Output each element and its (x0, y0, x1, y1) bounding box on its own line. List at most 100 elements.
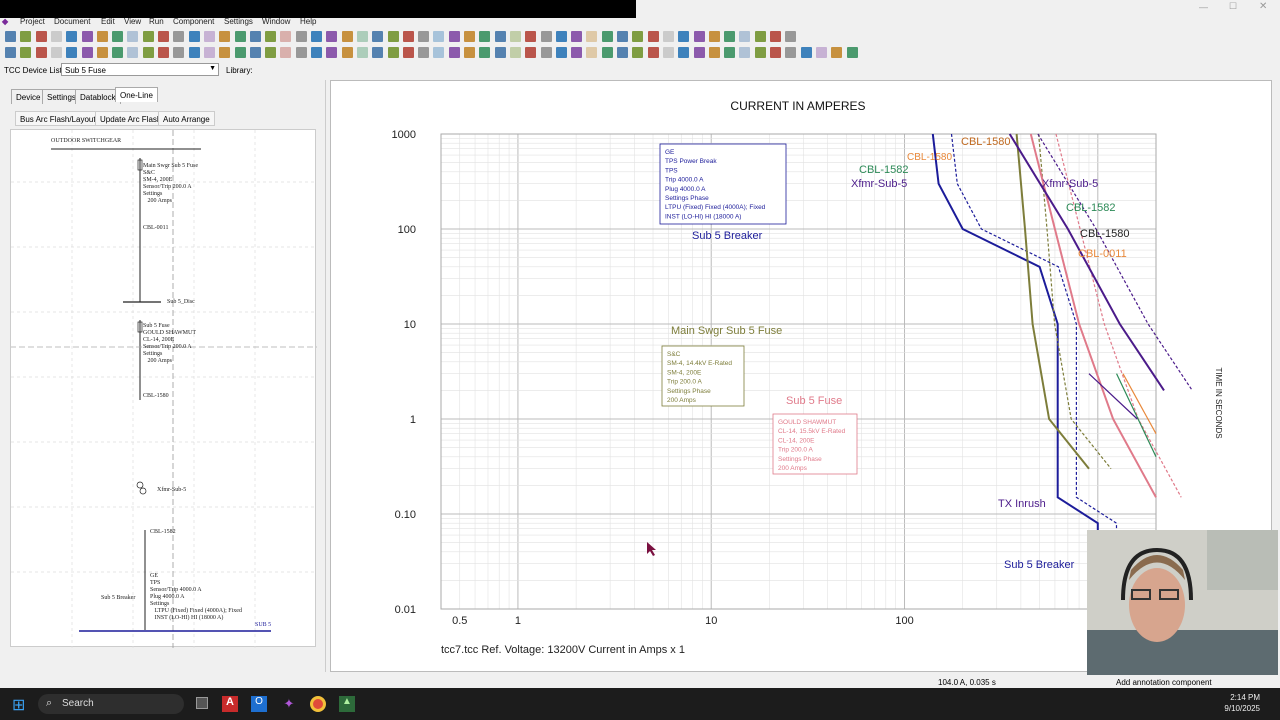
clock[interactable]: 2:14 PM 9/10/2025 (1224, 692, 1260, 714)
toolbar-tool-icon[interactable] (448, 47, 460, 58)
toolbar-tool-icon[interactable] (509, 47, 521, 58)
curve-label[interactable]: CBL-1582 (859, 164, 909, 176)
toolbar-tool-icon[interactable] (280, 47, 292, 58)
toolbar-tool-icon[interactable] (617, 47, 628, 58)
breaker-settings-label[interactable]: GE TPS Sensor/Trip 4000.0 A Plug 4000.0 … (150, 573, 242, 622)
toolbar-tool-icon[interactable] (35, 31, 47, 42)
tab-datablock[interactable]: Datablock (75, 89, 121, 104)
curve-label[interactable]: Sub 5 Breaker (692, 230, 763, 242)
toolbar-tool-icon[interactable] (662, 47, 674, 58)
toolbar-tool-icon[interactable] (785, 47, 797, 58)
toolbar-tool-icon[interactable] (219, 47, 231, 58)
curve-label[interactable]: CBL-1580 (961, 136, 1011, 148)
toolbar-tool-icon[interactable] (433, 47, 445, 58)
toolbar-tool-icon[interactable] (96, 31, 108, 42)
toolbar-tool-icon[interactable] (341, 31, 353, 42)
sub5-fuse-label[interactable]: Sub 5 Fuse GOULD SHAWMUT CL-14, 200E Sen… (143, 323, 196, 365)
toolbar-tool-icon[interactable] (464, 31, 475, 42)
toolbar-tool-icon[interactable] (112, 31, 124, 42)
main-fuse-label[interactable]: Main Swgr Sub 5 Fuse S&C SM-4, 200E Sens… (143, 163, 198, 205)
toolbar-tool-icon[interactable] (50, 31, 62, 42)
toolbar-tool-icon[interactable] (494, 31, 506, 42)
bus-arc-flash-button[interactable]: Bus Arc Flash/Layout (15, 111, 101, 126)
toolbar-tool-icon[interactable] (601, 31, 613, 42)
toolbar-tool-icon[interactable] (188, 31, 200, 42)
acrobat-icon[interactable]: A (222, 696, 238, 712)
auto-arrange-button[interactable]: Auto Arrange (158, 111, 215, 126)
cbl-0011-label[interactable]: CBL-0011 (143, 225, 168, 232)
toolbar-tool-icon[interactable] (693, 31, 705, 42)
toolbar-tool-icon[interactable] (540, 31, 552, 42)
toolbar-tool-icon[interactable] (173, 47, 185, 58)
toolbar-tool-icon[interactable] (234, 31, 246, 42)
toolbar-tool-icon[interactable] (724, 31, 736, 42)
toolbar-tool-icon[interactable] (831, 47, 843, 58)
toolbar-tool-icon[interactable] (479, 47, 491, 58)
cbl-1582-label[interactable]: CBL-1582 (150, 529, 176, 536)
toolbar-tool-icon[interactable] (234, 47, 246, 58)
curve-label[interactable]: Xfmr-Sub-5 (1042, 178, 1098, 190)
toolbar-tool-icon[interactable] (693, 47, 705, 58)
toolbar-tool-icon[interactable] (127, 47, 139, 58)
toolbar-tool-icon[interactable] (494, 47, 506, 58)
disc-label[interactable]: Sub 5_Disc (167, 299, 195, 306)
toolbar-tool-icon[interactable] (249, 47, 261, 58)
toolbar-tool-icon[interactable] (479, 31, 491, 42)
toolbar-tool-icon[interactable] (739, 31, 751, 42)
app-green-icon[interactable]: ▲ (339, 696, 355, 712)
maximize-icon[interactable]: ☐ (1229, 1, 1237, 12)
toolbar-tool-icon[interactable] (127, 31, 139, 42)
toolbar-tool-icon[interactable] (81, 31, 93, 42)
toolbar-tool-icon[interactable] (66, 47, 78, 58)
toolbar-tool-icon[interactable] (35, 47, 47, 58)
toolbar-tool-icon[interactable] (142, 31, 154, 42)
outlook-icon[interactable]: O (251, 696, 267, 712)
cable-damage-curve[interactable] (1122, 373, 1157, 435)
toolbar-tool-icon[interactable] (219, 31, 231, 42)
toolbar-tool-icon[interactable] (708, 47, 720, 58)
curve-label[interactable]: CBL-1582 (1066, 202, 1116, 214)
toolbar-tool-icon[interactable] (586, 47, 598, 58)
bus-label[interactable]: SUB 5 (255, 622, 271, 629)
toolbar-tool-icon[interactable] (632, 47, 644, 58)
toolbar-tool-icon[interactable] (112, 47, 124, 58)
menu-project[interactable]: Project (20, 17, 45, 26)
menu-window[interactable]: Window (262, 17, 290, 26)
toolbar-tool-icon[interactable] (662, 31, 674, 42)
toolbar-tool-icon[interactable] (402, 31, 414, 42)
toolbar-tool-icon[interactable] (5, 31, 16, 42)
chrome-icon[interactable] (310, 696, 326, 712)
toolbar-tool-icon[interactable] (173, 31, 185, 42)
toolbar-tool-icon[interactable] (464, 47, 475, 58)
menu-document[interactable]: Document (54, 17, 90, 26)
toolbar-tool-icon[interactable] (555, 47, 567, 58)
toolbar-tool-icon[interactable] (617, 31, 628, 42)
toolbar-tool-icon[interactable] (785, 31, 797, 42)
curve-label[interactable]: Sub 5 Fuse (786, 395, 842, 407)
toolbar-tool-icon[interactable] (418, 47, 430, 58)
toolbar-tool-icon[interactable] (50, 47, 62, 58)
toolbar-tool-icon[interactable] (311, 47, 322, 58)
toolbar-tool-icon[interactable] (341, 47, 353, 58)
tab-one-line[interactable]: One-Line (115, 87, 158, 102)
taskbar-search[interactable]: ⌕ Search (38, 694, 184, 714)
toolbar-tool-icon[interactable] (647, 31, 659, 42)
curve-label[interactable]: CBL-0011 (1078, 248, 1127, 260)
toolbar-tool-icon[interactable] (739, 47, 751, 58)
tab-device[interactable]: Device (11, 89, 46, 104)
toolbar-tool-icon[interactable] (203, 47, 215, 58)
toolbar-tool-icon[interactable] (372, 47, 384, 58)
toolbar-tool-icon[interactable] (81, 47, 93, 58)
xfmr-label[interactable]: Xfmr-Sub-5 (157, 487, 186, 494)
cbl-1580-label[interactable]: CBL-1580 (143, 393, 169, 400)
tcc-app-icon[interactable]: ✦ (281, 696, 297, 712)
tcc-curve-band[interactable] (1037, 133, 1193, 391)
toolbar-tool-icon[interactable] (540, 47, 552, 58)
toolbar-tool-icon[interactable] (418, 31, 430, 42)
curve-label[interactable]: Main Swgr Sub 5 Fuse (671, 325, 782, 337)
toolbar-tool-icon[interactable] (724, 47, 736, 58)
toolbar-tool-icon[interactable] (96, 47, 108, 58)
toolbar-tool-icon[interactable] (5, 47, 16, 58)
toolbar-tool-icon[interactable] (525, 47, 537, 58)
toolbar-tool-icon[interactable] (280, 31, 292, 42)
